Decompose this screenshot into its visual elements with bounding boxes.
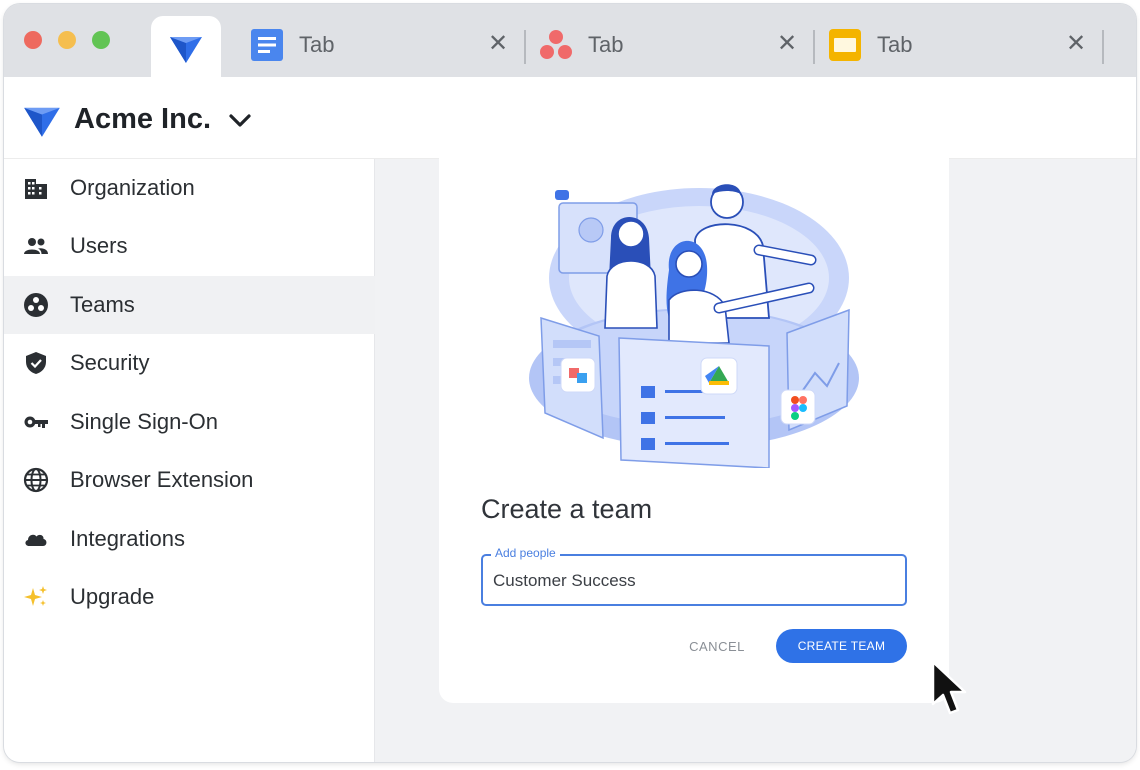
close-icon[interactable]: ✕ <box>777 29 797 58</box>
asana-icon <box>539 28 573 62</box>
browser-window: Tab ✕ Tab ✕ Tab ✕ Acme Inc. Organization… <box>4 4 1136 762</box>
create-team-card: Create a team Add people CANCEL CREATE T… <box>439 154 949 703</box>
tab-docs[interactable]: Tab ✕ <box>250 24 518 66</box>
tab-label: Tab <box>588 32 624 57</box>
cancel-button[interactable]: CANCEL <box>675 629 759 663</box>
slides-icon <box>828 28 862 62</box>
sidebar-item-sso[interactable]: Single Sign-On <box>4 393 375 451</box>
company-logo-icon <box>24 107 60 137</box>
teams-icon <box>22 291 50 319</box>
close-window-button[interactable] <box>24 31 42 49</box>
sparkle-icon <box>22 583 50 611</box>
sidebar-item-label: Upgrade <box>70 584 155 609</box>
tab-slides[interactable]: Tab ✕ <box>828 24 1096 66</box>
sidebar-item-browser-extension[interactable]: Browser Extension <box>4 451 375 509</box>
org-header: Acme Inc. <box>4 77 1136 159</box>
add-people-input[interactable] <box>493 568 893 594</box>
sidebar-item-label: Teams <box>70 292 135 317</box>
chevron-down-icon[interactable] <box>226 107 254 135</box>
sidebar-item-label: Browser Extension <box>70 467 254 492</box>
sidebar-item-upgrade[interactable]: Upgrade <box>4 568 375 626</box>
sidebar-item-label: Single Sign-On <box>70 409 218 434</box>
dialog-title: Create a team <box>481 494 653 524</box>
shield-icon <box>22 349 50 377</box>
main-content: Create a team Add people CANCEL CREATE T… <box>375 154 1136 762</box>
tab-label: Tab <box>877 32 913 57</box>
company-logo-icon <box>170 37 202 63</box>
tab-divider <box>524 30 526 64</box>
sidebar-item-security[interactable]: Security <box>4 334 375 392</box>
key-icon <box>22 408 50 436</box>
mouse-cursor-icon <box>931 660 967 715</box>
cloud-icon <box>22 525 50 553</box>
tab-asana[interactable]: Tab ✕ <box>539 24 807 66</box>
maximize-window-button[interactable] <box>92 31 110 49</box>
sidebar-item-label: Users <box>70 233 128 258</box>
tab-divider <box>813 30 815 64</box>
sidebar-item-label: Security <box>70 350 150 375</box>
create-team-button[interactable]: CREATE TEAM <box>776 629 907 663</box>
close-icon[interactable]: ✕ <box>1066 29 1086 58</box>
add-people-field[interactable]: Add people <box>481 546 907 606</box>
sidebar-item-teams[interactable]: Teams <box>4 276 375 334</box>
tab-divider <box>1102 30 1104 64</box>
sidebar-item-label: Organization <box>70 175 195 200</box>
tab-label: Tab <box>299 32 335 57</box>
docs-icon <box>250 28 284 62</box>
tab-bar: Tab ✕ Tab ✕ Tab ✕ <box>4 4 1136 78</box>
sidebar-item-organization[interactable]: Organization <box>4 159 375 217</box>
close-icon[interactable]: ✕ <box>488 29 508 58</box>
sidebar-item-label: Integrations <box>70 526 185 551</box>
sidebar-item-integrations[interactable]: Integrations <box>4 510 375 568</box>
minimize-window-button[interactable] <box>58 31 76 49</box>
sidebar: Organization Users Teams Security Single… <box>4 159 375 762</box>
org-name[interactable]: Acme Inc. <box>74 103 211 136</box>
field-label: Add people <box>491 546 560 560</box>
sidebar-item-users[interactable]: Users <box>4 217 375 275</box>
building-icon <box>22 174 50 202</box>
tab-active[interactable] <box>151 16 221 78</box>
users-icon <box>22 232 50 260</box>
globe-icon <box>22 466 50 494</box>
team-illustration <box>529 184 859 468</box>
